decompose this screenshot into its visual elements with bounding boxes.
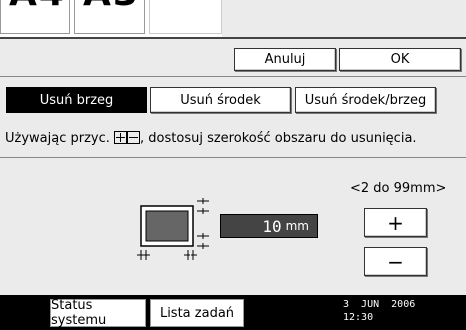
system-taskbar: Status systemu Lista zadań 3 JUN 2006 12… [0, 295, 466, 330]
paper-size-tile-a4[interactable]: A4 [0, 0, 70, 34]
erase-width-value: 10 [262, 216, 282, 236]
erase-width-unit: mm [285, 219, 309, 233]
decrease-button[interactable]: − [364, 247, 427, 276]
plus-square-icon [114, 131, 128, 148]
tab-erase-border[interactable]: Usuń brzeg [6, 87, 147, 113]
instruction-before: Używając przyc. [5, 131, 110, 146]
erase-width-display: 10 mm [220, 214, 318, 238]
ok-button[interactable]: OK [339, 48, 461, 71]
minus-square-icon [127, 131, 141, 148]
paper-size-tile-empty [149, 0, 222, 34]
instruction-text: Używając przyc. , dostosuj szerokość obs… [5, 131, 417, 148]
cancel-button[interactable]: Anuluj [234, 48, 336, 71]
range-label: <2 do 99mm> [350, 181, 447, 196]
tab-erase-center[interactable]: Usuń środek [150, 87, 291, 113]
border-erase-diagram-icon [133, 198, 211, 262]
system-status-button[interactable]: Status systemu [50, 298, 146, 328]
time-text: 12:30 [343, 312, 374, 323]
top-right-area [222, 0, 466, 37]
paper-size-tile-a3[interactable]: A3 [74, 0, 145, 34]
paper-size-label: A4 [9, 0, 66, 14]
instruction-after: , dostosuj szerokość obszaru do usunięci… [140, 131, 417, 146]
divider [0, 157, 466, 158]
paper-size-label: A3 [83, 0, 140, 14]
tab-erase-center-border[interactable]: Usuń środek/brzeg [295, 87, 436, 113]
clock: 3 JUN 2006 12:30 [343, 295, 415, 324]
date-text: 3 JUN 2006 [343, 299, 416, 310]
increase-button[interactable]: + [364, 208, 427, 237]
job-list-button[interactable]: Lista zadań [150, 299, 244, 327]
